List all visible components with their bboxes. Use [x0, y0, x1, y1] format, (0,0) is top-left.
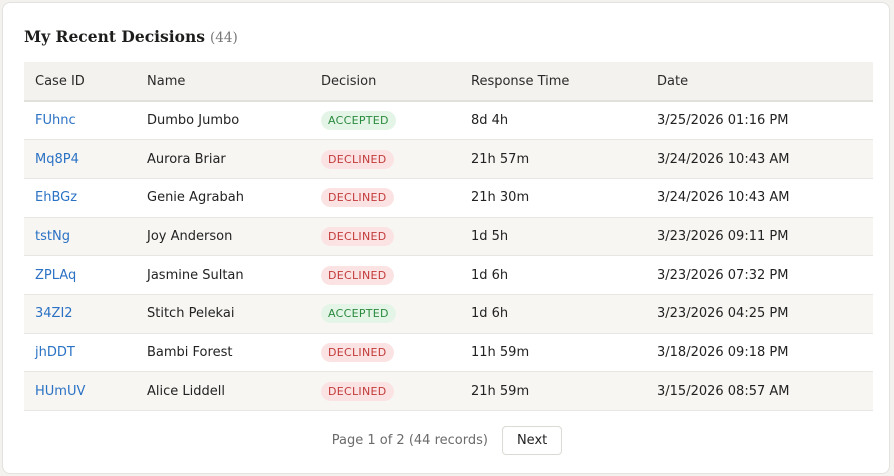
- table-row: tstNg Joy Anderson DECLINED 1d 5h 3/23/2026 …: [24, 217, 873, 256]
- case-id-cell: EhBGz: [24, 178, 136, 217]
- decision-status-badge: DECLINED: [321, 188, 394, 208]
- case-id-cell: tstNg: [24, 217, 136, 256]
- decision-cell: DECLINED: [310, 333, 460, 372]
- case-id-cell: HUmUV: [24, 372, 136, 411]
- date-cell: 3/23/2026 09:11 PM: [657, 228, 789, 244]
- decision-status-badge: DECLINED: [321, 226, 394, 246]
- decision-cell: DECLINED: [310, 256, 460, 295]
- case-id-cell: FUhnc: [24, 101, 136, 140]
- case-id-link[interactable]: 34ZI2: [35, 306, 73, 321]
- name-cell: Genie Agrabah: [147, 190, 244, 206]
- response-time-cell: 21h 59m: [471, 383, 530, 399]
- case-id-link[interactable]: jhDDT: [35, 345, 75, 360]
- case-id-link[interactable]: Mq8P4: [35, 152, 79, 167]
- table-row: EhBGz Genie Agrabah DECLINED 21h 30m 3/24/20…: [24, 178, 873, 218]
- table-row: ZPLAq Jasmine Sultan DECLINED 1d 6h 3/23/202…: [24, 256, 873, 295]
- name-cell: Bambi Forest: [147, 344, 233, 360]
- date-cell: 3/25/2026 01:16 PM: [657, 113, 789, 129]
- page-info: Page 1 of 2 (44 records): [331, 433, 488, 448]
- decision-cell: ACCEPTED: [310, 101, 460, 140]
- decision-cell: DECLINED: [310, 178, 460, 217]
- decision-status-badge: ACCEPTED: [321, 304, 396, 324]
- table-row: Mq8P4 Aurora Briar DECLINED 21h 57m 3/24/202…: [24, 139, 873, 179]
- name-cell: Aurora Briar: [147, 151, 226, 167]
- decision-cell: DECLINED: [310, 140, 460, 179]
- decision-cell: DECLINED: [310, 217, 460, 256]
- column-header-date: Date: [657, 73, 689, 89]
- case-id-link[interactable]: tstNg: [35, 229, 70, 244]
- decision-status-badge: ACCEPTED: [321, 111, 396, 131]
- page-title: My Recent Decisions: [24, 27, 206, 46]
- column-header-name: Name: [147, 73, 186, 89]
- card-header: My Recent Decisions (44): [24, 27, 238, 46]
- name-cell: Dumbo Jumbo: [147, 113, 240, 129]
- table-row: jhDDT Bambi Forest DECLINED 11h 59m 3/18/202…: [24, 333, 873, 372]
- name-cell: Alice Liddell: [147, 383, 225, 399]
- column-header-response-time: Response Time: [471, 73, 570, 89]
- table-row: HUmUV Alice Liddell DECLINED 21h 59m 3/15/20…: [24, 371, 873, 411]
- date-cell: 3/24/2026 10:43 AM: [657, 151, 790, 167]
- date-cell: 3/24/2026 10:43 AM: [657, 190, 790, 206]
- recent-decisions-card: My Recent Decisions (44) Case ID Name De…: [2, 2, 890, 474]
- case-id-cell: ZPLAq: [24, 256, 136, 295]
- column-header-case-id: Case ID: [35, 73, 85, 89]
- table-row: 34ZI2 Stitch Pelekai ACCEPTED 1d 6h 3/23/202…: [24, 294, 873, 334]
- response-time-cell: 1d 6h: [471, 306, 509, 322]
- date-cell: 3/15/2026 08:57 AM: [657, 383, 790, 399]
- response-time-cell: 11h 59m: [471, 344, 530, 360]
- decisions-table: Case ID Name Decision Response Time Date…: [24, 62, 873, 411]
- table-row: FUhnc Dumbo Jumbo ACCEPTED 8d 4h 3/25/2026 0…: [24, 101, 873, 140]
- table-header-row: Case ID Name Decision Response Time Date: [24, 62, 873, 101]
- name-cell: Joy Anderson: [147, 228, 233, 244]
- case-id-cell: Mq8P4: [24, 140, 136, 179]
- decision-status-badge: DECLINED: [321, 342, 394, 362]
- date-cell: 3/23/2026 07:32 PM: [657, 267, 789, 283]
- response-time-cell: 8d 4h: [471, 113, 509, 129]
- date-cell: 3/18/2026 09:18 PM: [657, 344, 789, 360]
- decision-status-badge: DECLINED: [321, 149, 394, 169]
- response-time-cell: 21h 57m: [471, 151, 530, 167]
- case-id-cell: jhDDT: [24, 333, 136, 372]
- pagination: Page 1 of 2 (44 records) Next: [3, 426, 891, 455]
- case-id-link[interactable]: HUmUV: [35, 384, 85, 399]
- case-id-cell: 34ZI2: [24, 294, 136, 333]
- case-id-link[interactable]: ZPLAq: [35, 268, 76, 283]
- response-time-cell: 1d 6h: [471, 267, 509, 283]
- case-id-link[interactable]: FUhnc: [35, 113, 76, 128]
- response-time-cell: 21h 30m: [471, 190, 530, 206]
- decision-cell: ACCEPTED: [310, 294, 460, 333]
- date-cell: 3/23/2026 04:25 PM: [657, 306, 789, 322]
- response-time-cell: 1d 5h: [471, 228, 509, 244]
- case-id-link[interactable]: EhBGz: [35, 190, 77, 205]
- decision-status-badge: DECLINED: [321, 265, 394, 285]
- name-cell: Stitch Pelekai: [147, 306, 235, 322]
- record-count: (44): [210, 30, 238, 46]
- name-cell: Jasmine Sultan: [147, 267, 244, 283]
- column-header-decision: Decision: [321, 73, 377, 89]
- decision-status-badge: DECLINED: [321, 381, 394, 401]
- decision-cell: DECLINED: [310, 372, 460, 411]
- next-page-button[interactable]: Next: [501, 426, 563, 455]
